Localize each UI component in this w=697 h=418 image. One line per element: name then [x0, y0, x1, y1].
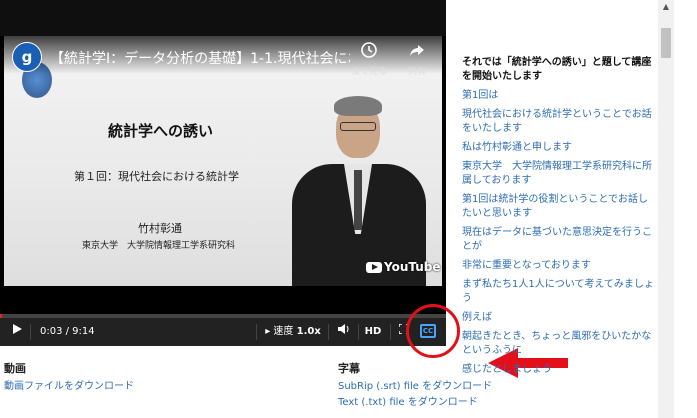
- annotation-circle: [406, 304, 460, 358]
- video-player[interactable]: g 【統計学Ⅰ：データ分析の基礎】1-1.現代社会におけ... 後で見る 共有 …: [0, 0, 446, 346]
- transcript-line[interactable]: 例えば: [462, 311, 658, 325]
- clock-icon: [344, 42, 394, 62]
- transcript-line[interactable]: 第1回は統計学の役割ということでお話したいと思います: [462, 193, 658, 221]
- presenter-image: [284, 92, 434, 286]
- youtube-play-icon: [366, 262, 382, 273]
- transcript-line[interactable]: まず私たち1人1人について考えてみましょう: [462, 278, 658, 306]
- youtube-logo[interactable]: YouTube: [366, 260, 441, 274]
- video-section-heading: 動画: [4, 362, 26, 375]
- divider: [328, 324, 329, 340]
- share-button[interactable]: 共有: [392, 42, 442, 77]
- volume-icon: [338, 324, 349, 334]
- scroll-thumb[interactable]: [661, 28, 671, 58]
- scroll-up-icon[interactable]: ▲: [658, 2, 674, 12]
- transcript-line[interactable]: 非常に重要となっております: [462, 259, 658, 273]
- play-button[interactable]: [8, 318, 26, 346]
- transcript-line[interactable]: 現代社会における統計学ということでお話をいたします: [462, 108, 658, 136]
- courseware-page: g 【統計学Ⅰ：データ分析の基礎】1-1.現代社会におけ... 後で見る 共有 …: [0, 0, 697, 418]
- divider: [358, 324, 359, 340]
- video-frame[interactable]: g 【統計学Ⅰ：データ分析の基礎】1-1.現代社会におけ... 後で見る 共有 …: [4, 36, 442, 286]
- transcript-line[interactable]: 私は竹村彰通と申します: [462, 141, 658, 155]
- transcript-line[interactable]: 現在はデータに基づいた意思決定を行うことが: [462, 226, 658, 254]
- slide-affiliation: 東京大学 大学院情報理工学系研究科: [82, 241, 236, 251]
- hd-button[interactable]: HD: [362, 318, 384, 346]
- txt-download-link[interactable]: Text (.txt) file をダウンロード: [338, 393, 478, 408]
- srt-download-link[interactable]: SubRip (.srt) file をダウンロード: [338, 377, 492, 392]
- slide-subtitle: 第１回：現代社会における統計学: [74, 170, 239, 183]
- channel-avatar[interactable]: g: [12, 42, 42, 72]
- video-title[interactable]: 【統計学Ⅰ：データ分析の基礎】1-1.現代社会におけ...: [50, 48, 350, 68]
- divider: [390, 324, 391, 340]
- speed-caret-icon: ▸: [265, 326, 271, 337]
- speed-button[interactable]: ▸ 速度 1.0x: [262, 318, 324, 346]
- slide-lecturer-name: 竹村彰通: [138, 222, 182, 235]
- transcript-line[interactable]: 第1回は: [462, 89, 658, 103]
- transcript-line[interactable]: それでは「統計学への誘い」と題して講座を開始いたします: [462, 56, 658, 84]
- transcript-scrollbar[interactable]: ▲: [658, 0, 674, 418]
- transcript-line[interactable]: 朝起きたとき、ちょっと風邪をひいたかなというふうに: [462, 330, 658, 358]
- time-display: 0:03 / 9:14: [40, 326, 95, 337]
- video-download-link[interactable]: 動画ファイルをダウンロード: [4, 377, 134, 392]
- volume-button[interactable]: [334, 318, 354, 346]
- watch-later-button[interactable]: 後で見る: [344, 42, 394, 77]
- player-controls: 0:03 / 9:14 ▸ 速度 1.0x HD CC: [0, 318, 446, 346]
- transcript-panel: それでは「統計学への誘い」と題して講座を開始いたします第1回は現代社会における統…: [462, 56, 658, 382]
- speed-value: 1.0x: [296, 326, 321, 337]
- player-top-bar: [0, 0, 446, 36]
- divider: [30, 324, 31, 340]
- speed-label: 速度: [273, 326, 294, 337]
- share-arrow-icon: [392, 42, 442, 62]
- transcript-line[interactable]: 感じたとしましょう: [462, 363, 658, 377]
- divider: [256, 324, 257, 340]
- caption-section-heading: 字幕: [338, 362, 360, 375]
- transcript-line[interactable]: 東京大学 大学院情報理工学系研究科に所属しております: [462, 160, 658, 188]
- play-icon: [12, 324, 22, 334]
- slide-title: 統計学への誘い: [108, 122, 214, 140]
- watch-later-label: 後で見る: [350, 67, 387, 77]
- share-label: 共有: [407, 67, 426, 77]
